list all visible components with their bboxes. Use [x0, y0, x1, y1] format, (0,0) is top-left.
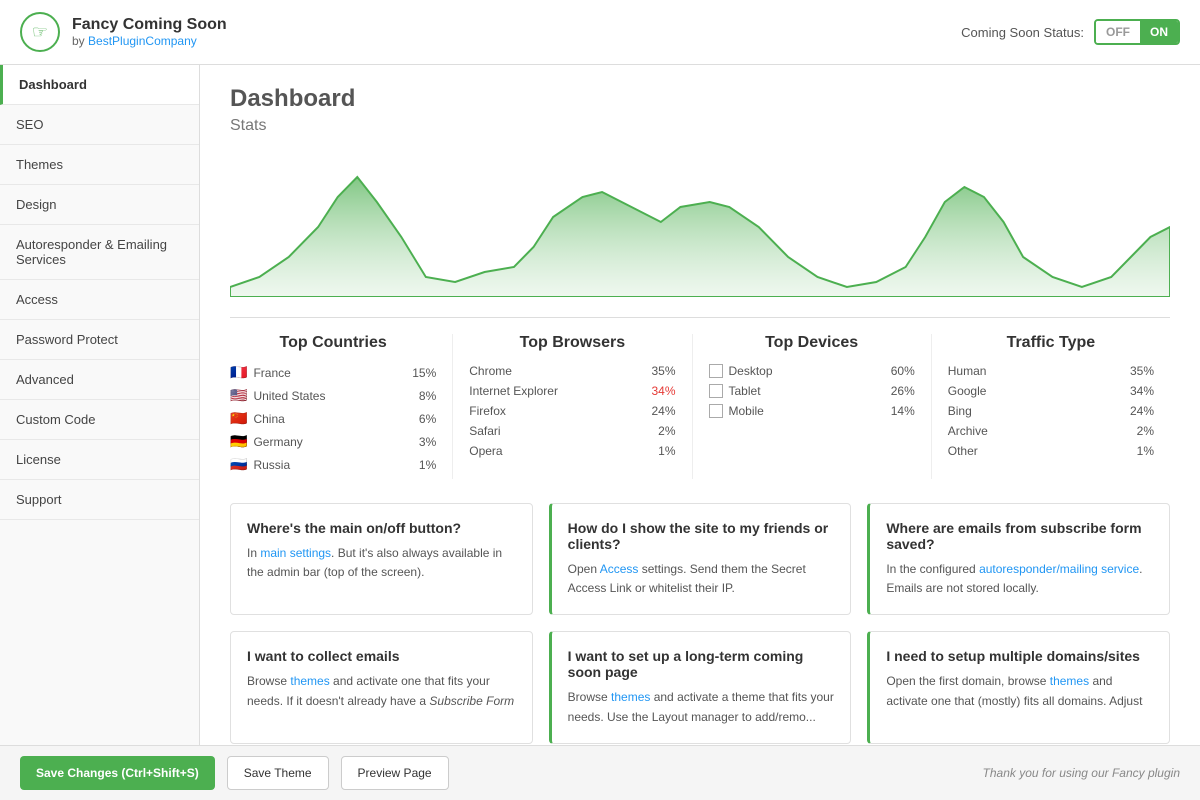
card-title: I want to set up a long-term coming soon… — [568, 648, 835, 680]
info-cards-grid: Where's the main on/off button? In main … — [230, 503, 1170, 744]
app-logo: ☞ — [20, 12, 60, 52]
sidebar-item-custom-code[interactable]: Custom Code — [0, 400, 199, 440]
stat-row: 🇫🇷 France 15% — [230, 364, 436, 381]
stat-row: 🇷🇺 Russia 1% — [230, 456, 436, 473]
stat-row: Other 1% — [948, 444, 1154, 458]
card-title: Where's the main on/off button? — [247, 520, 516, 536]
sidebar-item-password-protect[interactable]: Password Protect — [0, 320, 199, 360]
footer-left: Save Changes (Ctrl+Shift+S) Save Theme P… — [20, 756, 449, 790]
info-card-6: I need to setup multiple domains/sites O… — [867, 631, 1170, 743]
save-changes-button[interactable]: Save Changes (Ctrl+Shift+S) — [20, 756, 215, 790]
card-text: Browse themes and activate a theme that … — [568, 688, 835, 726]
save-theme-button[interactable]: Save Theme — [227, 756, 329, 790]
content-area: Dashboard Stats Top Countries 🇫🇷 Fran — [200, 65, 1200, 745]
sidebar-item-design[interactable]: Design — [0, 185, 199, 225]
stat-row: 🇺🇸 United States 8% — [230, 387, 436, 404]
stats-row: Top Countries 🇫🇷 France 15% 🇺🇸 United St… — [230, 317, 1170, 479]
sidebar-item-advanced[interactable]: Advanced — [0, 360, 199, 400]
info-card-5: I want to set up a long-term coming soon… — [549, 631, 852, 743]
author-link[interactable]: BestPluginCompany — [88, 34, 197, 48]
status-toggle[interactable]: OFF ON — [1094, 19, 1180, 45]
traffic-type-title: Traffic Type — [948, 334, 1154, 352]
desktop-icon — [709, 364, 723, 378]
header-left: ☞ Fancy Coming Soon by BestPluginCompany — [20, 12, 227, 52]
traffic-type-col: Traffic Type Human 35% Google 34% Bing 2… — [932, 334, 1170, 479]
stat-row: 🇩🇪 Germany 3% — [230, 433, 436, 450]
toggle-on-btn[interactable]: ON — [1140, 21, 1178, 43]
stat-row: 🇨🇳 China 6% — [230, 410, 436, 427]
stat-row: Internet Explorer 34% — [469, 384, 675, 398]
top-countries-title: Top Countries — [230, 334, 436, 352]
card-text: Browse themes and activate one that fits… — [247, 672, 516, 710]
tablet-icon — [709, 384, 723, 398]
top-browsers-col: Top Browsers Chrome 35% Internet Explore… — [453, 334, 692, 479]
main-layout: Dashboard SEO Themes Design Autoresponde… — [0, 65, 1200, 745]
stat-row: Human 35% — [948, 364, 1154, 378]
top-devices-col: Top Devices Desktop 60% Tablet 26% Mobil… — [693, 334, 932, 479]
info-card-3: Where are emails from subscribe form sav… — [867, 503, 1170, 615]
card-title: How do I show the site to my friends or … — [568, 520, 835, 552]
stat-row: Desktop 60% — [709, 364, 915, 378]
sidebar-item-access[interactable]: Access — [0, 280, 199, 320]
toggle-off-btn[interactable]: OFF — [1096, 21, 1140, 43]
card-title: Where are emails from subscribe form sav… — [886, 520, 1153, 552]
chart-svg — [230, 147, 1170, 297]
stat-row: Opera 1% — [469, 444, 675, 458]
card-title: I need to setup multiple domains/sites — [886, 648, 1153, 664]
stat-row: Mobile 14% — [709, 404, 915, 418]
card-title: I want to collect emails — [247, 648, 516, 664]
stat-row: Google 34% — [948, 384, 1154, 398]
stat-row: Bing 24% — [948, 404, 1154, 418]
footer-thank-you: Thank you for using our Fancy plugin — [983, 766, 1180, 780]
stats-chart — [230, 147, 1170, 297]
access-settings-link[interactable]: Access — [600, 562, 639, 576]
sidebar-item-seo[interactable]: SEO — [0, 105, 199, 145]
stat-row: Archive 2% — [948, 424, 1154, 438]
page-title: Dashboard — [230, 85, 1170, 113]
themes-link-card5[interactable]: themes — [611, 690, 650, 704]
sidebar-item-license[interactable]: License — [0, 440, 199, 480]
sidebar-item-support[interactable]: Support — [0, 480, 199, 520]
card-text: Open the first domain, browse themes and… — [886, 672, 1153, 710]
stat-row: Firefox 24% — [469, 404, 675, 418]
themes-link-card4[interactable]: themes — [290, 674, 329, 688]
card-text: Open Access settings. Send them the Secr… — [568, 560, 835, 598]
app-subtitle: by BestPluginCompany — [72, 34, 227, 48]
app-name: Fancy Coming Soon — [72, 16, 227, 34]
header-right: Coming Soon Status: OFF ON — [961, 19, 1180, 45]
sidebar: Dashboard SEO Themes Design Autoresponde… — [0, 65, 200, 745]
preview-page-button[interactable]: Preview Page — [341, 756, 449, 790]
app-header: ☞ Fancy Coming Soon by BestPluginCompany… — [0, 0, 1200, 65]
info-card-4: I want to collect emails Browse themes a… — [230, 631, 533, 743]
stat-row: Tablet 26% — [709, 384, 915, 398]
main-settings-link[interactable]: main settings — [260, 546, 331, 560]
top-devices-title: Top Devices — [709, 334, 915, 352]
info-card-1: Where's the main on/off button? In main … — [230, 503, 533, 615]
stat-row: Chrome 35% — [469, 364, 675, 378]
coming-soon-status-label: Coming Soon Status: — [961, 25, 1084, 40]
mobile-icon — [709, 404, 723, 418]
card-text: In the configured autoresponder/mailing … — [886, 560, 1153, 598]
top-browsers-title: Top Browsers — [469, 334, 675, 352]
autoresponder-link[interactable]: autoresponder/mailing service — [979, 562, 1139, 576]
sidebar-item-themes[interactable]: Themes — [0, 145, 199, 185]
sidebar-item-autoresponder[interactable]: Autoresponder & Emailing Services — [0, 225, 199, 280]
top-countries-col: Top Countries 🇫🇷 France 15% 🇺🇸 United St… — [230, 334, 453, 479]
info-card-2: How do I show the site to my friends or … — [549, 503, 852, 615]
footer: Save Changes (Ctrl+Shift+S) Save Theme P… — [0, 745, 1200, 800]
sidebar-item-dashboard[interactable]: Dashboard — [0, 65, 199, 105]
stats-section-title: Stats — [230, 117, 1170, 135]
app-title-block: Fancy Coming Soon by BestPluginCompany — [72, 16, 227, 48]
card-text: In main settings. But it's also always a… — [247, 544, 516, 582]
themes-link-card6[interactable]: themes — [1050, 674, 1089, 688]
stat-row: Safari 2% — [469, 424, 675, 438]
